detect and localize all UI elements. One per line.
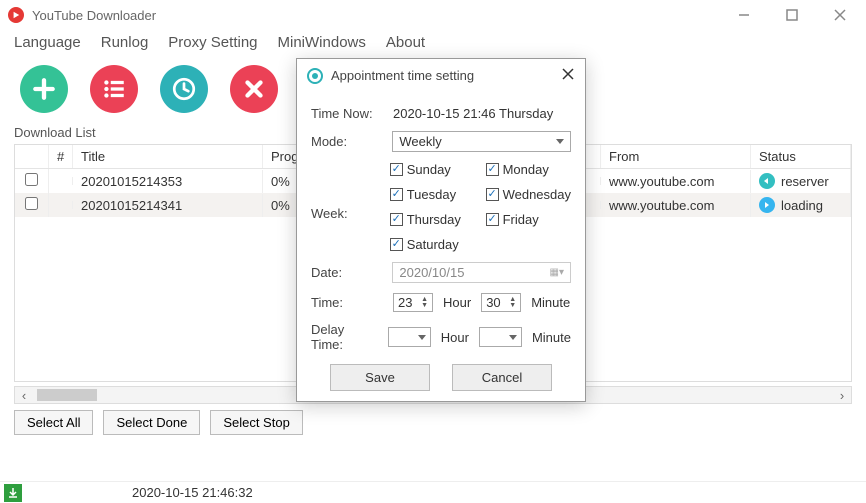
col-status: Status <box>751 145 851 168</box>
status-time: 2020-10-15 21:46:32 <box>132 485 253 500</box>
close-button[interactable] <box>830 5 850 25</box>
delete-button[interactable] <box>230 65 278 113</box>
list-button[interactable] <box>90 65 138 113</box>
select-all-button[interactable]: Select All <box>14 410 93 435</box>
select-stop-button[interactable]: Select Stop <box>210 410 303 435</box>
week-label: Week: <box>311 206 380 221</box>
mode-label: Mode: <box>311 134 382 149</box>
select-done-button[interactable]: Select Done <box>103 410 200 435</box>
mode-select[interactable]: Weekly <box>392 131 571 152</box>
hour-spinner[interactable]: 23▲▼ <box>393 293 433 312</box>
scroll-left-icon[interactable]: ‹ <box>15 387 33 403</box>
row-checkbox[interactable] <box>25 197 38 210</box>
menu-proxy[interactable]: Proxy Setting <box>168 34 257 51</box>
appointment-dialog: Appointment time setting Time Now: 2020-… <box>296 58 586 402</box>
reserve-icon <box>759 173 775 189</box>
calendar-icon: ▦▾ <box>550 267 564 278</box>
col-title: Title <box>73 145 263 168</box>
dialog-close-button[interactable] <box>561 67 575 84</box>
time-now-value: 2020-10-15 21:46 Thursday <box>393 106 553 121</box>
menu-runlog[interactable]: Runlog <box>101 34 149 51</box>
day-sunday[interactable]: ✓Sunday <box>390 162 474 177</box>
day-thursday[interactable]: ✓Thursday <box>390 212 474 227</box>
menu-miniwindows[interactable]: MiniWindows <box>278 34 366 51</box>
menu-language[interactable]: Language <box>14 34 81 51</box>
menubar: Language Runlog Proxy Setting MiniWindow… <box>0 30 866 57</box>
loading-icon <box>759 197 775 213</box>
scroll-right-icon[interactable]: › <box>833 387 851 403</box>
delay-label: Delay Time: <box>311 322 378 352</box>
minute-spinner[interactable]: 30▲▼ <box>481 293 521 312</box>
delay-minute-select[interactable] <box>479 327 522 347</box>
save-button[interactable]: Save <box>330 364 430 391</box>
cancel-button[interactable]: Cancel <box>452 364 552 391</box>
scroll-thumb[interactable] <box>37 389 97 401</box>
col-from: From <box>601 145 751 168</box>
time-label: Time: <box>311 295 383 310</box>
day-friday[interactable]: ✓Friday <box>486 212 571 227</box>
date-input[interactable]: 2020/10/15▦▾ <box>392 262 571 283</box>
day-monday[interactable]: ✓Monday <box>486 162 571 177</box>
dialog-title: Appointment time setting <box>331 68 553 83</box>
col-num: # <box>49 145 73 168</box>
delay-hour-select[interactable] <box>388 327 431 347</box>
day-wednesday[interactable]: ✓Wednesday <box>486 187 571 202</box>
dialog-icon <box>307 68 323 84</box>
minimize-button[interactable] <box>734 5 754 25</box>
time-now-label: Time Now: <box>311 106 383 121</box>
maximize-button[interactable] <box>782 5 802 25</box>
day-tuesday[interactable]: ✓Tuesday <box>390 187 474 202</box>
date-label: Date: <box>311 265 382 280</box>
window-title: YouTube Downloader <box>32 8 734 23</box>
menu-about[interactable]: About <box>386 34 425 51</box>
col-check <box>15 145 49 168</box>
schedule-button[interactable] <box>160 65 208 113</box>
app-logo <box>8 7 24 23</box>
day-saturday[interactable]: ✓Saturday <box>390 237 474 252</box>
download-icon[interactable] <box>4 484 22 502</box>
row-checkbox[interactable] <box>25 173 38 186</box>
add-button[interactable] <box>20 65 68 113</box>
